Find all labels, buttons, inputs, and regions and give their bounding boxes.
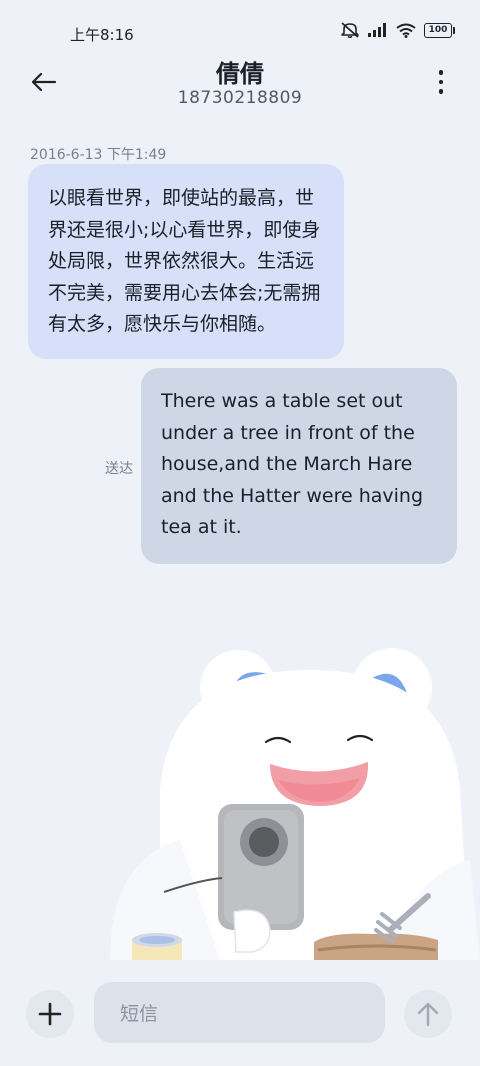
wifi-icon [396,23,416,38]
mute-icon [340,22,360,38]
more-vertical-icon [438,70,444,75]
attach-button[interactable] [26,990,74,1038]
delivery-status: 送达 [105,461,133,477]
send-arrow-icon [417,1002,439,1027]
contact-name: 倩倩 [216,60,264,88]
outgoing-message-bubble[interactable]: There was a table set out under a tree i… [141,368,457,564]
status-icons: 100 [340,22,455,38]
message-input[interactable]: 短信 [94,982,385,1043]
send-button[interactable] [404,990,452,1038]
bear-illustration [110,648,480,960]
plus-icon [38,1002,62,1026]
more-options-button[interactable] [426,62,456,102]
conversation-header: 倩倩 18730218809 [0,54,480,124]
signal-icon [368,23,388,37]
incoming-message-bubble[interactable]: 以眼看世界，即使站的最高，世界还是很小;以心看世界，即使身处局限，世界依然很大。… [28,164,344,359]
status-time: 上午8:16 [70,26,134,44]
message-timestamp: 2016-6-13 下午1:49 [30,147,167,163]
battery-icon: 100 [424,22,455,38]
contact-phone: 18730218809 [177,88,303,108]
